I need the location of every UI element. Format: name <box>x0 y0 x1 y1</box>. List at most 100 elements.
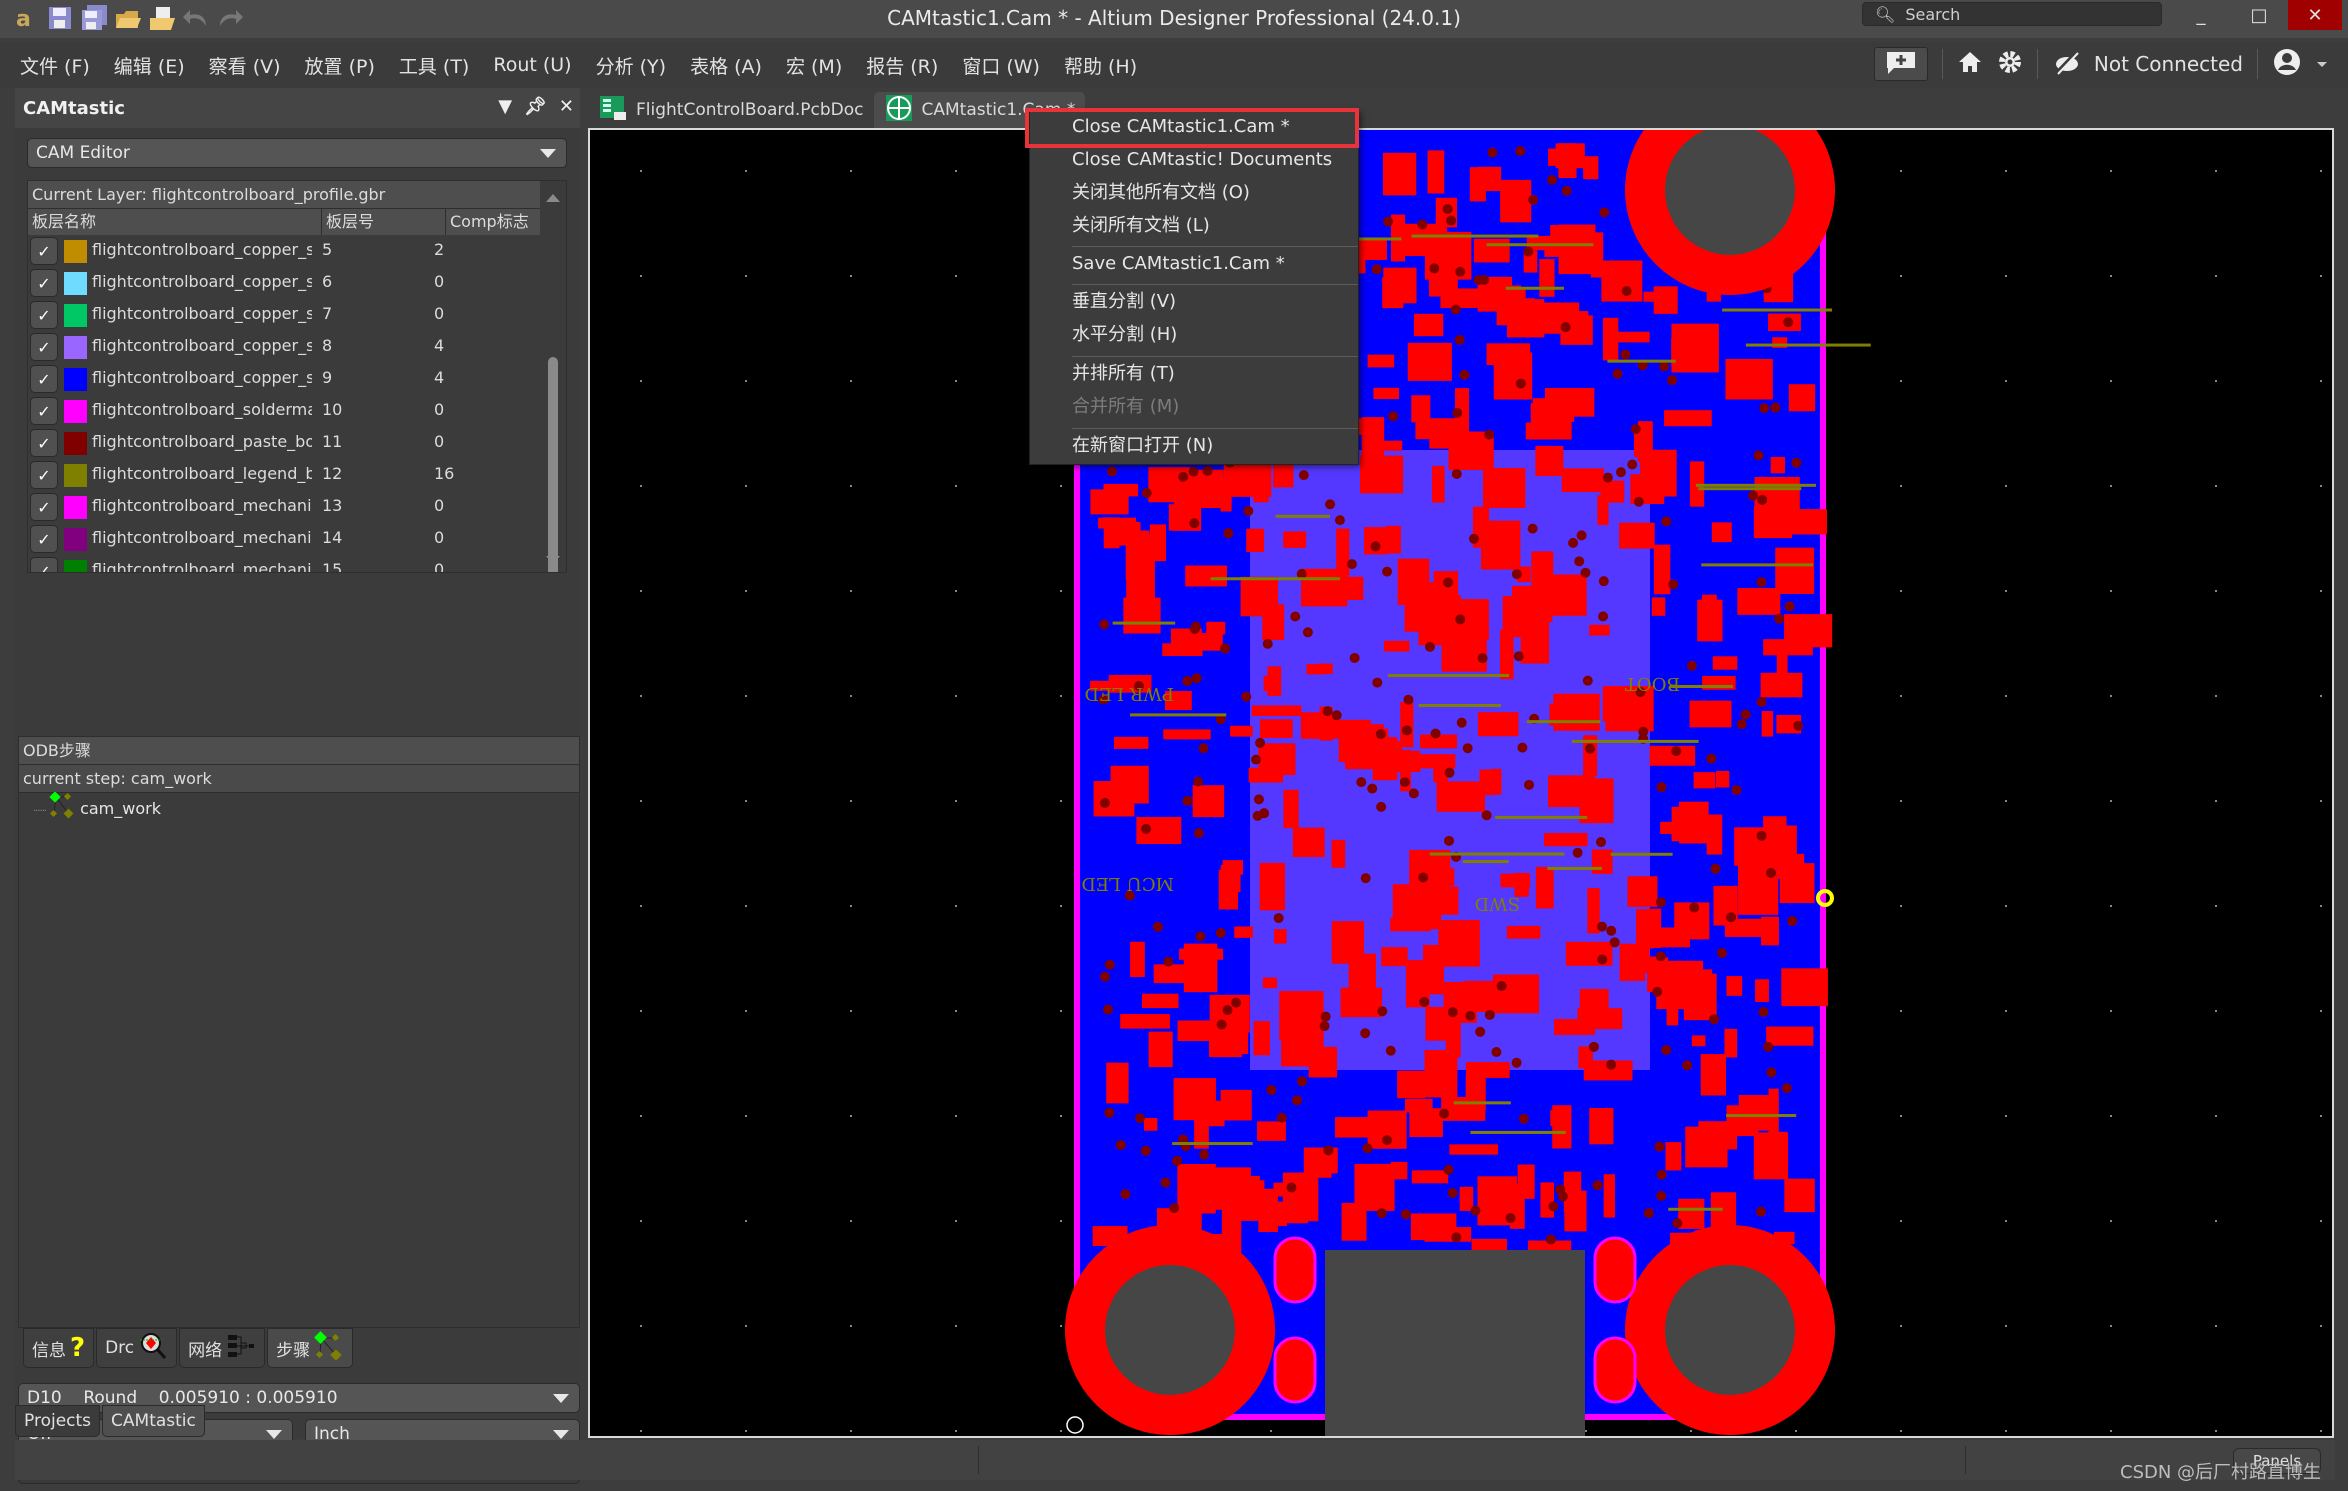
pcb-pad <box>1381 947 1408 967</box>
layer-color-swatch[interactable] <box>64 272 87 295</box>
layer-row[interactable]: ✓ flightcontrolboard_soldermask 10 0 <box>28 395 540 427</box>
layer-color-swatch[interactable] <box>64 304 87 327</box>
tab-nets-label: 网络 <box>188 1340 223 1361</box>
layer-color-swatch[interactable] <box>64 240 87 263</box>
mode-select[interactable]: CAM Editor <box>27 138 567 168</box>
menu-save[interactable]: Save CAMtastic1.Cam * <box>1030 248 1360 280</box>
tab-info[interactable]: 信息 ? <box>23 1328 95 1368</box>
tab-drc[interactable]: Drc <box>96 1328 178 1368</box>
cam-canvas[interactable]: PWR LED MCU LED BOOT SWD <box>588 128 2334 1438</box>
pcb-via <box>1612 368 1623 379</box>
pcb-view[interactable]: PWR LED MCU LED BOOT SWD <box>590 130 2334 1438</box>
pcb-pad <box>1262 604 1285 640</box>
tab-pcbdoc[interactable]: FlightControlBoard.PcbDoc <box>588 92 874 128</box>
layer-visible-checkbox[interactable]: ✓ <box>30 557 58 572</box>
layer-visible-checkbox[interactable]: ✓ <box>30 525 58 553</box>
user-avatar-icon[interactable] <box>2272 47 2302 82</box>
scrollbar-thumb[interactable] <box>548 357 558 572</box>
close-window-button[interactable]: ✕ <box>2288 0 2342 30</box>
menu-route[interactable]: Rout (U) <box>481 54 583 76</box>
step-tree-item[interactable]: ...... cam_work <box>19 791 579 823</box>
home-icon[interactable] <box>1957 49 1983 80</box>
menu-tables[interactable]: 表格 (A) <box>678 52 774 79</box>
menu-close-others[interactable]: 关闭其他所有文档 (O) <box>1030 177 1360 209</box>
menu-help[interactable]: 帮助 (H) <box>1052 52 1149 79</box>
menu-open-new-window[interactable]: 在新窗口打开 (N) <box>1030 430 1360 462</box>
menu-split-horizontal[interactable]: 水平分割 (H) <box>1030 319 1360 351</box>
menu-analysis[interactable]: 分析 (Y) <box>584 52 678 79</box>
tab-camtastic[interactable]: CAMtastic <box>102 1405 205 1437</box>
layer-row[interactable]: ✓ flightcontrolboard_copper_sig 8 4 <box>28 331 540 363</box>
panel-menu-icon[interactable]: ▼ <box>498 96 512 117</box>
menu-view[interactable]: 察看 (V) <box>197 52 293 79</box>
layer-row[interactable]: ✓ flightcontrolboard_copper_sig 9 4 <box>28 363 540 395</box>
legend-line <box>1701 563 1814 567</box>
pcb-via <box>1484 1009 1495 1020</box>
menu-close-all[interactable]: 关闭所有文档 (L) <box>1030 210 1360 242</box>
pcb-pad <box>1438 920 1480 967</box>
pcb-pad <box>1432 465 1445 503</box>
layer-visible-checkbox[interactable]: ✓ <box>30 365 58 393</box>
layer-visible-checkbox[interactable]: ✓ <box>30 269 58 297</box>
layer-color-swatch[interactable] <box>64 496 87 519</box>
pcb-pad <box>1737 587 1781 615</box>
connection-status[interactable]: Not Connected <box>2094 52 2243 76</box>
layer-row[interactable]: ✓ flightcontrolboard_copper_sig 7 0 <box>28 299 540 331</box>
column-comp-flag[interactable]: Comp标志 <box>450 209 529 235</box>
layer-visible-checkbox[interactable]: ✓ <box>30 429 58 457</box>
layer-visible-checkbox[interactable]: ✓ <box>30 301 58 329</box>
layer-color-swatch[interactable] <box>64 368 87 391</box>
layer-list-scrollbar[interactable] <box>540 181 566 572</box>
pin-icon[interactable]: 📌︎ <box>524 96 547 117</box>
grid-dot <box>850 485 852 487</box>
layer-color-swatch[interactable] <box>64 528 87 551</box>
layer-color-swatch[interactable] <box>64 400 87 423</box>
feedback-button[interactable] <box>1873 47 1928 81</box>
layer-row[interactable]: ✓ flightcontrolboard_mechanica 14 0 <box>28 523 540 555</box>
layer-visible-checkbox[interactable]: ✓ <box>30 461 58 489</box>
layer-row[interactable]: ✓ flightcontrolboard_copper_sig 5 2 <box>28 235 540 267</box>
menu-close-camtastic-documents[interactable]: Close CAMtastic! Documents <box>1030 144 1360 176</box>
menu-place[interactable]: 放置 (P) <box>293 52 387 79</box>
chevron-down-icon[interactable] <box>2316 54 2328 74</box>
gear-icon[interactable] <box>1997 49 2023 80</box>
pcb-via <box>1547 174 1558 185</box>
menu-merge-all: 合并所有 (M) <box>1072 396 1180 417</box>
layer-visible-checkbox[interactable]: ✓ <box>30 237 58 265</box>
menu-edit[interactable]: 编辑 (E) <box>102 52 197 79</box>
layer-row[interactable]: ✓ flightcontrolboard_paste_bot.g 11 0 <box>28 427 540 459</box>
tab-nets[interactable]: 网络 <box>179 1328 266 1368</box>
pcb-via <box>1455 266 1466 277</box>
layer-row[interactable]: ✓ flightcontrolboard_copper_sig 6 0 <box>28 267 540 299</box>
layer-color-swatch[interactable] <box>64 560 87 572</box>
menu-reports[interactable]: 报告 (R) <box>854 52 950 79</box>
menu-window[interactable]: 窗口 (W) <box>950 52 1052 79</box>
layer-row[interactable]: ✓ flightcontrolboard_mechanica 15 0 <box>28 555 540 572</box>
grid-dot <box>850 695 852 697</box>
column-layer-number[interactable]: 板层号 <box>326 209 446 235</box>
status-bar: Panels <box>15 1440 2335 1480</box>
layer-color-swatch[interactable] <box>64 336 87 359</box>
tab-steps[interactable]: 步骤 <box>267 1328 354 1368</box>
menu-tools[interactable]: 工具 (T) <box>387 52 481 79</box>
layer-color-swatch[interactable] <box>64 432 87 455</box>
layer-color-swatch[interactable] <box>64 464 87 487</box>
menu-file[interactable]: 文件 (F) <box>0 52 102 79</box>
layer-row[interactable]: ✓ flightcontrolboard_legend_bot 12 16 <box>28 459 540 491</box>
column-layer-name[interactable]: 板层名称 <box>32 209 322 235</box>
menu-macro[interactable]: 宏 (M) <box>774 52 854 79</box>
layer-visible-checkbox[interactable]: ✓ <box>30 493 58 521</box>
maximize-button[interactable]: □ <box>2232 0 2286 30</box>
close-icon[interactable]: ✕ <box>559 96 574 117</box>
tab-projects[interactable]: Projects <box>15 1405 101 1437</box>
pcb-via <box>1726 912 1737 923</box>
minimize-button[interactable]: _ <box>2174 0 2228 30</box>
search-box[interactable]: 🔍︎ Search <box>1862 2 2162 26</box>
pcb-via <box>1446 215 1457 226</box>
pcb-pad <box>1532 398 1575 423</box>
layer-visible-checkbox[interactable]: ✓ <box>30 397 58 425</box>
layer-row[interactable]: ✓ flightcontrolboard_mechanica 13 0 <box>28 491 540 523</box>
layer-visible-checkbox[interactable]: ✓ <box>30 333 58 361</box>
menu-split-vertical[interactable]: 垂直分割 (V) <box>1030 286 1360 318</box>
menu-tile-all[interactable]: 并排所有 (T) <box>1030 358 1360 390</box>
